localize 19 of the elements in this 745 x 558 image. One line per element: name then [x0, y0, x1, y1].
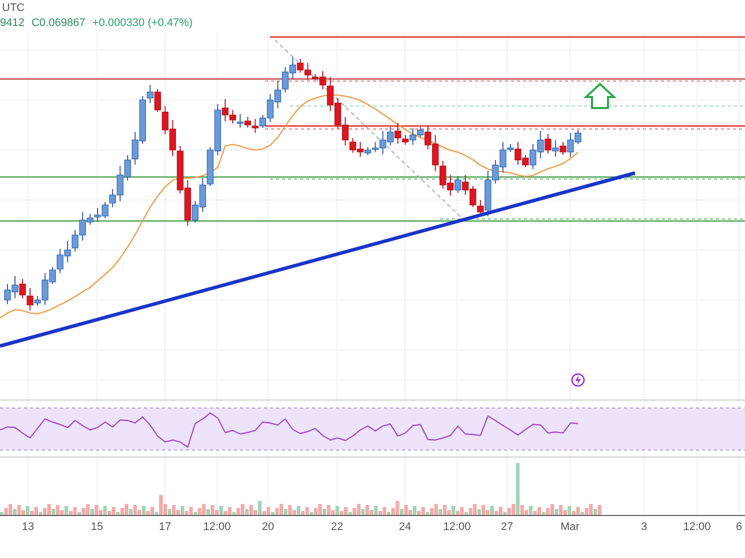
- price-value: 9412: [0, 17, 24, 29]
- axis-label: 15: [90, 521, 104, 533]
- axis-label: 12:00: [203, 521, 231, 533]
- axis-label: 13: [22, 521, 34, 533]
- timezone-label: UTC: [1, 2, 25, 14]
- axis-label: 3: [640, 521, 648, 533]
- axis-label: 12:00: [443, 521, 471, 533]
- axis-label: 20: [262, 521, 274, 533]
- axis-label: 22: [330, 521, 344, 533]
- price-change: +0.000330 (+0.47%): [92, 17, 193, 29]
- axis-label: 24: [398, 521, 412, 533]
- lightning-icon: [571, 373, 585, 387]
- axis-label: Mar: [560, 521, 580, 533]
- price-value: C0.069867: [31, 17, 86, 29]
- axis-label: 27: [500, 521, 514, 533]
- up-arrow-icon: [583, 82, 617, 109]
- axis-label: 6: [736, 521, 742, 533]
- axis-label: 17: [158, 521, 172, 533]
- axis-label: 12:00: [683, 521, 711, 533]
